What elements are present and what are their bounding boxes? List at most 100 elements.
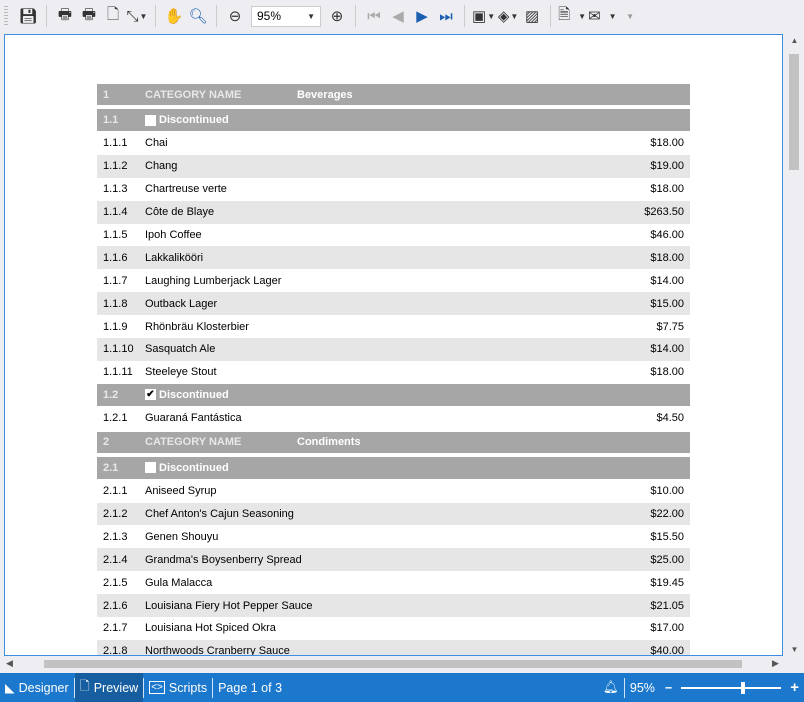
- scroll-left-icon[interactable]: ◀: [6, 658, 13, 669]
- designer-tab[interactable]: ◣Designer: [0, 673, 74, 702]
- product-price: $17.00: [650, 622, 690, 634]
- product-price: $15.50: [650, 531, 690, 543]
- report-preview-page: 1CATEGORY NAMEBeverages1.1Discontinued1.…: [4, 34, 783, 656]
- product-price: $18.00: [650, 252, 690, 264]
- toolbar-overflow-icon[interactable]: ▼: [619, 5, 641, 27]
- product-name: Côte de Blaye: [145, 206, 644, 218]
- product-row: 1.1.9Rhönbräu Klosterbier$7.75: [97, 315, 690, 338]
- zoom-select[interactable]: 95%▼: [251, 6, 321, 27]
- product-name: Steeleye Stout: [145, 366, 650, 378]
- product-row: 1.1.8Outback Lager$15.00: [97, 292, 690, 315]
- hand-tool-icon[interactable]: ✋: [163, 5, 185, 27]
- preview-label: Preview: [94, 681, 138, 695]
- scroll-down-icon[interactable]: ▼: [786, 645, 803, 654]
- zoom-out-button[interactable]: −: [660, 673, 677, 702]
- category-label: CATEGORY NAME: [145, 89, 297, 101]
- discontinued-label: Discontinued: [159, 114, 229, 126]
- designer-label: Designer: [19, 681, 69, 695]
- product-name: Chartreuse verte: [145, 183, 650, 195]
- zoom-slider[interactable]: [681, 687, 781, 689]
- watermark-icon[interactable]: ▨: [521, 5, 543, 27]
- page-setup-icon[interactable]: 🗋: [102, 5, 124, 27]
- row-number: 2.1.1: [97, 485, 145, 497]
- row-number: 2.1.6: [97, 600, 145, 612]
- category-header-row: 1CATEGORY NAMEBeverages: [97, 84, 690, 105]
- product-row: 2.1.3Genen Shouyu$15.50: [97, 525, 690, 548]
- category-value: Condiments: [297, 436, 361, 448]
- row-number: 2.1.7: [97, 622, 145, 634]
- product-name: Aniseed Syrup: [145, 485, 650, 497]
- discontinued-label: Discontinued: [159, 389, 229, 401]
- discontinued-group-row: 1.2✔Discontinued: [97, 384, 690, 406]
- row-number: 2.1.4: [97, 554, 145, 566]
- separator: [355, 5, 356, 27]
- product-name: Chai: [145, 137, 650, 149]
- product-row: 1.1.5Ipoh Coffee$46.00: [97, 224, 690, 247]
- product-row: 1.1.6Lakkalikööri$18.00: [97, 246, 690, 269]
- row-number: 1: [97, 89, 145, 101]
- zoom-in-button[interactable]: +: [785, 673, 804, 702]
- category-label: CATEGORY NAME: [145, 436, 297, 448]
- print-icon[interactable]: 🖶: [54, 5, 76, 27]
- product-price: $25.00: [650, 554, 690, 566]
- toolbar-grip[interactable]: [4, 6, 8, 26]
- product-price: $18.00: [650, 183, 690, 195]
- next-page-icon[interactable]: ▶: [411, 5, 433, 27]
- scripts-icon: <>: [149, 681, 165, 694]
- vertical-scroll-thumb[interactable]: [789, 54, 799, 170]
- zoom-slider-knob[interactable]: [741, 682, 745, 694]
- page-indicator: Page 1 of 3: [213, 673, 287, 702]
- notification-bell-icon[interactable]: 🔔︎: [598, 673, 624, 702]
- product-row: 2.1.5Gula Malacca$19.45: [97, 571, 690, 594]
- separator: [550, 5, 551, 27]
- row-number: 1.1.1: [97, 137, 145, 149]
- scroll-right-icon[interactable]: ▶: [772, 658, 779, 669]
- product-name: Louisiana Fiery Hot Pepper Sauce: [145, 600, 650, 612]
- product-row: 2.1.8Northwoods Cranberry Sauce$40.00: [97, 640, 690, 656]
- separator: [464, 5, 465, 27]
- zoom-in-icon[interactable]: ⊕: [326, 5, 348, 27]
- first-page-icon[interactable]: ⏮: [363, 5, 385, 27]
- vertical-scrollbar[interactable]: ▲ ▼: [786, 34, 803, 656]
- preview-tab[interactable]: 🗋Preview: [75, 673, 144, 702]
- product-name: Grandma's Boysenberry Spread: [145, 554, 650, 566]
- product-name: Genen Shouyu: [145, 531, 650, 543]
- discontinued-group: Discontinued: [145, 462, 229, 474]
- multiple-pages-icon[interactable]: ▣▼: [472, 5, 495, 27]
- product-price: $15.00: [650, 298, 690, 310]
- product-row: 1.1.1Chai$18.00: [97, 132, 690, 155]
- zoom-out-icon[interactable]: ⊖: [224, 5, 246, 27]
- product-row: 1.1.4Côte de Blaye$263.50: [97, 201, 690, 224]
- horizontal-scrollbar[interactable]: ◀ ▶: [0, 656, 786, 672]
- save-icon[interactable]: 💾︎: [17, 5, 39, 27]
- product-name: Louisiana Hot Spiced Okra: [145, 622, 650, 634]
- product-price: $40.00: [650, 645, 690, 656]
- row-number: 2.1.3: [97, 531, 145, 543]
- background-color-icon[interactable]: ◈▼: [497, 5, 519, 27]
- quick-print-icon[interactable]: 🖶: [78, 5, 100, 27]
- row-number: 1.2: [97, 389, 145, 401]
- separator: [216, 5, 217, 27]
- row-number: 1.1.5: [97, 229, 145, 241]
- row-number: 2.1: [97, 462, 145, 474]
- scripts-tab[interactable]: <> Scripts: [144, 673, 212, 702]
- row-number: 1.1.11: [97, 366, 145, 378]
- send-email-icon[interactable]: ✉▼: [588, 5, 617, 27]
- scale-icon[interactable]: ⤡▼: [126, 5, 148, 27]
- scripts-label: Scripts: [169, 681, 207, 695]
- horizontal-scroll-thumb[interactable]: [44, 660, 742, 668]
- magnifier-icon[interactable]: 🔍︎: [187, 5, 209, 27]
- row-number: 2.1.2: [97, 508, 145, 520]
- previous-page-icon[interactable]: ◀: [387, 5, 409, 27]
- row-number: 1.1.9: [97, 321, 145, 333]
- product-name: Ipoh Coffee: [145, 229, 650, 241]
- product-price: $4.50: [656, 412, 690, 424]
- row-number: 2.1.5: [97, 577, 145, 589]
- product-price: $21.05: [650, 600, 690, 612]
- last-page-icon[interactable]: ⏭: [435, 5, 457, 27]
- product-row: 2.1.6Louisiana Fiery Hot Pepper Sauce$21…: [97, 594, 690, 617]
- product-row: 1.2.1Guaraná Fantástica$4.50: [97, 407, 690, 430]
- scroll-up-icon[interactable]: ▲: [786, 36, 803, 45]
- export-icon[interactable]: 🗎▼: [558, 5, 586, 27]
- product-name: Chang: [145, 160, 650, 172]
